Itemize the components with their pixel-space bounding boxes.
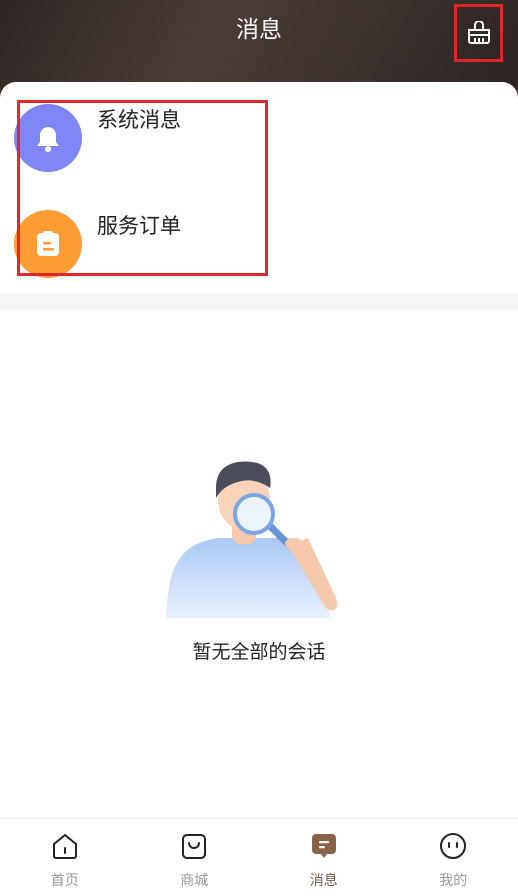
- tab-mine[interactable]: 我的: [389, 819, 518, 896]
- tab-home[interactable]: 首页: [0, 819, 130, 896]
- man-with-magnifier-illustration: [166, 461, 338, 618]
- tab-home-label: 首页: [50, 873, 79, 889]
- tab-mall-label: 商城: [180, 873, 209, 889]
- clipboard-icon: [37, 231, 59, 256]
- tab-messages[interactable]: 消息: [259, 819, 389, 896]
- tab-mall[interactable]: 商城: [130, 819, 260, 896]
- clean-button[interactable]: [454, 4, 503, 62]
- tab-messages-label: 消息: [309, 873, 338, 889]
- page-title: 消息: [236, 17, 282, 43]
- service-order-label: 服务订单: [97, 214, 181, 238]
- shopping-bag-icon: [182, 834, 207, 859]
- message-icon: [311, 834, 336, 858]
- bell-icon: [37, 127, 59, 152]
- empty-state-text: 暂无全部的会话: [192, 641, 326, 663]
- broom-clean-icon: [467, 21, 490, 44]
- home-icon: [52, 833, 77, 859]
- system-message-entry[interactable]: 系统消息: [0, 100, 518, 196]
- profile-face-icon: [440, 833, 467, 859]
- service-order-avatar: [14, 210, 82, 278]
- section-divider: [0, 294, 518, 310]
- system-message-label: 系统消息: [97, 108, 181, 132]
- system-message-avatar: [14, 104, 82, 172]
- tab-mine-label: 我的: [439, 873, 468, 889]
- bottom-tab-bar: 首页 商城 消息 我的: [0, 818, 518, 896]
- service-order-entry[interactable]: 服务订单: [0, 206, 518, 302]
